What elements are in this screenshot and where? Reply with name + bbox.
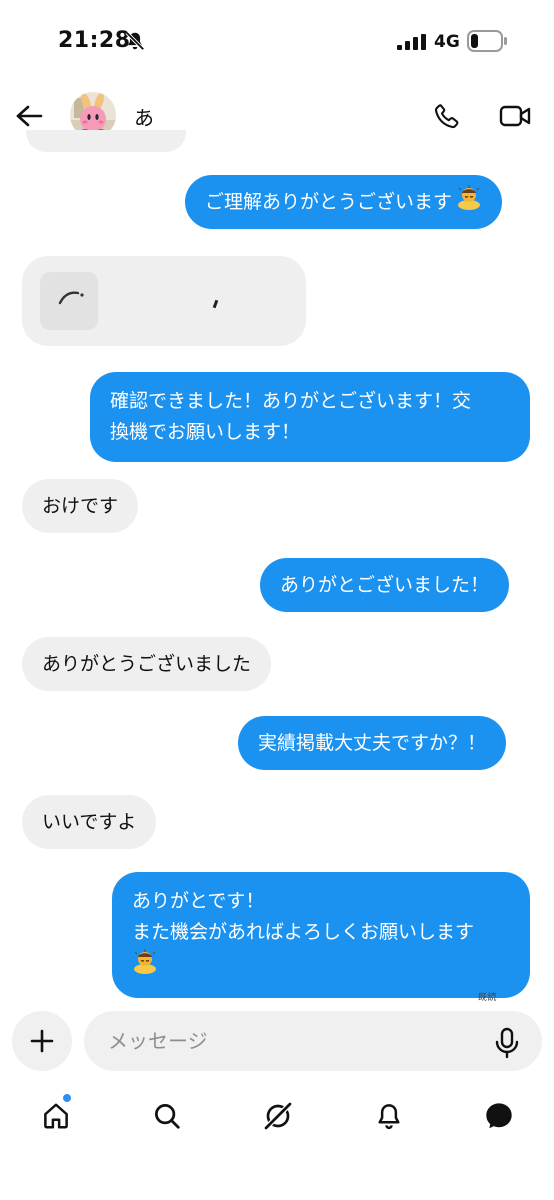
- voice-message-button[interactable]: [490, 1025, 524, 1061]
- battery-icon: [467, 30, 509, 56]
- cellular-signal-icon: [397, 34, 427, 54]
- person-bowing-emoji: [132, 948, 158, 984]
- message-outgoing[interactable]: 実績掲載大丈夫ですか？！: [238, 716, 507, 770]
- message-text: ありがとございました！: [280, 573, 490, 596]
- message-incoming[interactable]: ありがとうございました: [22, 637, 272, 691]
- loading-arc-icon: [56, 285, 86, 311]
- tab-search[interactable]: [139, 1086, 195, 1146]
- home-icon: [44, 1103, 68, 1129]
- explore-icon: [264, 1102, 292, 1130]
- message-incoming[interactable]: いいですよ: [22, 795, 157, 849]
- status-bar: 21:28 4G: [0, 0, 554, 86]
- message-outgoing[interactable]: ありがとございました！: [260, 558, 510, 612]
- message-outgoing[interactable]: ありがとです！ また機会があればよろしくお願いします: [112, 872, 530, 998]
- person-bowing-emoji: [456, 184, 482, 220]
- message-text: ありがとうございました: [42, 652, 252, 675]
- message-text: ご理解ありがとうございます: [205, 190, 453, 213]
- tab-messages[interactable]: [471, 1086, 527, 1146]
- video-camera-icon: [499, 105, 531, 127]
- message-text-line: また機会があればよろしくお願いします: [132, 921, 475, 943]
- status-time: 21:28: [58, 28, 131, 53]
- tab-home[interactable]: [28, 1086, 84, 1146]
- notifications-icon: [378, 1104, 400, 1130]
- messages-icon: [486, 1103, 512, 1129]
- message-outgoing[interactable]: 確認できました！ありがとございます！交 換機でお願いします！: [90, 372, 530, 462]
- seen-label: 既読: [478, 993, 498, 1003]
- bell-off-icon: [124, 30, 146, 56]
- previous-message-bubble: [26, 130, 186, 152]
- message-text-line: 換機でお願いします！: [110, 421, 301, 443]
- bottom-tab-bar: [0, 1086, 554, 1146]
- message-incoming[interactable]: おけです: [22, 479, 139, 533]
- network-type: 4G: [434, 32, 460, 52]
- tab-explore[interactable]: [250, 1086, 306, 1146]
- back-arrow-icon: [16, 105, 43, 127]
- notification-dot: [61, 1092, 73, 1104]
- phone-icon: [434, 104, 459, 129]
- message-text: おけです: [42, 494, 119, 517]
- add-attachment-button[interactable]: [12, 1011, 72, 1071]
- audio-call-button[interactable]: [430, 98, 464, 134]
- video-call-button[interactable]: [496, 98, 534, 134]
- message-composer: [0, 1006, 554, 1080]
- tab-notifications[interactable]: [361, 1086, 417, 1146]
- message-outgoing[interactable]: ご理解ありがとうございます: [185, 175, 503, 229]
- search-icon: [155, 1104, 180, 1129]
- message-text: いいですよ: [42, 810, 137, 833]
- message-input[interactable]: [84, 1011, 542, 1071]
- plus-icon: [30, 1029, 54, 1053]
- message-text: 実績掲載大丈夫ですか？！: [258, 731, 487, 754]
- message-text-line: 確認できました！ありがとございます！交: [110, 390, 472, 412]
- microphone-icon: [495, 1027, 519, 1059]
- contact-name[interactable]: あ: [134, 102, 154, 131]
- message-text-line: ありがとです！: [132, 890, 265, 912]
